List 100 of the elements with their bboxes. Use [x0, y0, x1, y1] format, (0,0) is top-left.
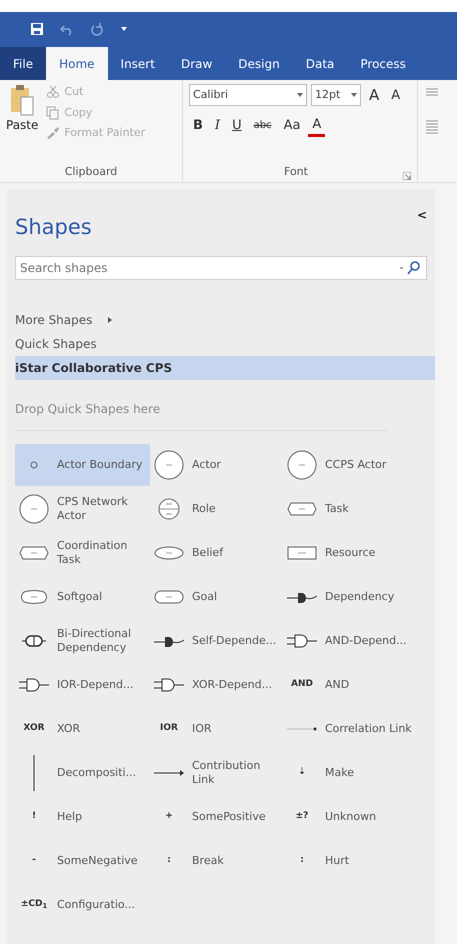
circle-icon [287, 450, 317, 480]
hexagon-icon [287, 502, 317, 516]
dialog-launcher-icon[interactable] [403, 172, 411, 180]
panel-title: Shapes [15, 215, 92, 240]
stencil-item[interactable]: iStar Collaborative CPS [15, 356, 435, 380]
shape-item[interactable]: : Break [150, 840, 283, 882]
shape-item[interactable]: Dependency [283, 576, 423, 618]
arrow-icon [154, 770, 184, 776]
font-size-field[interactable]: 12pt [311, 84, 361, 106]
change-case-button[interactable]: Aa [280, 116, 304, 136]
dropdown-icon [297, 93, 303, 98]
shape-item[interactable]: IOR IOR [150, 708, 283, 750]
dotted-line-icon [287, 726, 317, 732]
gate-icon [287, 634, 317, 648]
shape-item[interactable]: Role [150, 488, 283, 530]
grow-font-button[interactable]: A [365, 84, 384, 106]
bidirectional-dependency-icon [22, 635, 46, 648]
save-icon[interactable] [30, 22, 44, 36]
circle-icon [154, 450, 184, 480]
dependency-icon [287, 591, 317, 604]
shape-item[interactable]: Decompositi... [15, 752, 150, 794]
ribbon-tab[interactable]: Process [347, 47, 419, 80]
ribbon-tab[interactable]: Insert [108, 47, 168, 80]
font-color-button[interactable]: A [308, 114, 326, 137]
shrink-font-button[interactable]: A [387, 86, 404, 105]
shape-item[interactable]: ±CD$_{1}$ Configuratio... [15, 884, 150, 926]
shape-item[interactable]: Goal [150, 576, 283, 618]
shape-item[interactable]: AND-Depend... [283, 620, 423, 662]
shape-item[interactable]: Belief [150, 532, 283, 574]
shape-glyph: AND [291, 678, 313, 692]
shape-glyph: ±CD$_{1}$ [20, 898, 48, 912]
shape-item[interactable]: Resource [283, 532, 423, 574]
clipboard-icon [9, 84, 36, 116]
shape-glyph: - [32, 854, 36, 868]
shape-item[interactable]: ! Help [15, 796, 150, 838]
stencil-item[interactable]: More Shapes [15, 308, 427, 332]
ellipse-icon [154, 546, 184, 560]
shape-glyph: : [300, 854, 304, 868]
shape-glyph: ±? [296, 810, 308, 824]
ribbon-tab[interactable]: File [0, 47, 46, 80]
shape-item[interactable]: Contribution Link [150, 752, 283, 794]
gate-icon [19, 678, 49, 692]
justify-icon[interactable] [426, 120, 438, 134]
collapse-button[interactable]: < [416, 206, 427, 224]
shape-item[interactable]: XOR XOR [15, 708, 150, 750]
cloud-icon [19, 590, 49, 604]
shape-item[interactable]: CPS Network Actor [15, 488, 150, 530]
dropdown-icon [351, 93, 357, 98]
copy-icon [46, 106, 60, 120]
shape-item[interactable]: : Hurt [283, 840, 423, 882]
paste-button[interactable]: Paste [6, 84, 38, 142]
shape-glyph: ⇣ [298, 766, 306, 780]
group-label: Clipboard [64, 164, 118, 180]
stencil-item[interactable]: Quick Shapes [15, 332, 427, 356]
shape-item[interactable]: Bi-Directional Dependency [15, 620, 150, 662]
search-icon[interactable] [400, 261, 422, 276]
shape-glyph: IOR [160, 722, 178, 736]
vertical-line-icon [32, 755, 36, 792]
shape-item[interactable]: ⇣ Make [283, 752, 423, 794]
shape-item[interactable]: XOR-Depend... [150, 664, 283, 706]
shape-item[interactable]: Actor [150, 444, 283, 486]
shape-item[interactable]: Correlation Link [283, 708, 423, 750]
shape-glyph: + [165, 810, 173, 824]
ribbon-tab[interactable]: Home [46, 47, 108, 80]
shape-glyph: ! [32, 810, 36, 824]
shape-item[interactable]: ±? Unknown [283, 796, 423, 838]
strikethrough-button[interactable]: abc [250, 118, 276, 134]
ribbon-tab[interactable]: Data [292, 47, 348, 80]
dependency-icon [154, 635, 184, 648]
underline-button[interactable]: U [228, 116, 246, 136]
rectangle-icon [287, 546, 317, 560]
search-field[interactable]: Search shapes [15, 256, 427, 280]
shape-item[interactable]: Self-Depende... [150, 620, 283, 662]
gate-icon [154, 678, 184, 692]
rounded-rectangle-icon [154, 590, 184, 604]
shape-item[interactable]: Actor Boundary [15, 444, 150, 486]
role-icon [158, 498, 180, 520]
shape-item[interactable]: Task [283, 488, 423, 530]
shape-item[interactable]: - SomeNegative [15, 840, 150, 882]
shape-item[interactable]: Coordination Task [15, 532, 150, 574]
drop-hint: Drop Quick Shapes here [15, 400, 387, 432]
bold-button[interactable]: B [189, 116, 207, 136]
shape-item[interactable]: CCPS Actor [283, 444, 423, 486]
italic-button[interactable]: I [210, 116, 224, 136]
small-circle-icon [29, 460, 39, 470]
arrow-right-icon [108, 317, 112, 324]
shape-item[interactable]: IOR-Depend... [15, 664, 150, 706]
shape-glyph: XOR [23, 722, 45, 736]
brush-icon [46, 126, 60, 140]
group-label: Font [283, 164, 309, 180]
redo-icon[interactable] [90, 22, 104, 36]
ribbon-tab[interactable]: Design [225, 47, 293, 80]
shape-item[interactable]: Softgoal [15, 576, 150, 618]
ribbon-tab[interactable]: Draw [168, 47, 226, 80]
shape-item[interactable]: AND AND [283, 664, 423, 706]
shape-item[interactable]: + SomePositive [150, 796, 283, 838]
shape-glyph: : [167, 854, 171, 868]
align-icon[interactable] [426, 88, 438, 96]
font-family-field[interactable]: Calibri [189, 84, 307, 106]
hexagon-icon [19, 546, 49, 560]
